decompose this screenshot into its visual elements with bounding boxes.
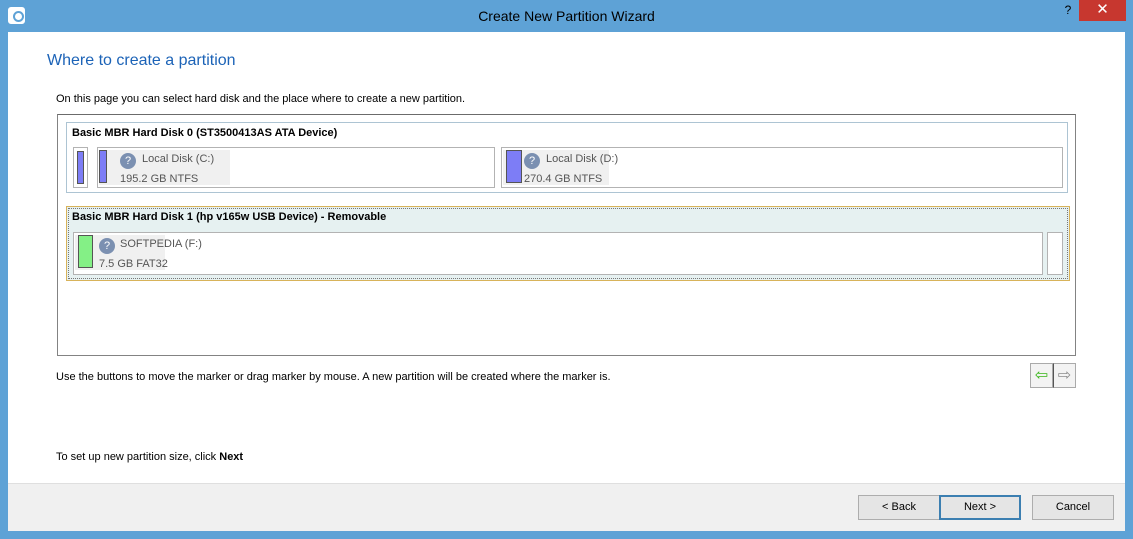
marker-arrow-buttons: ⇦ ⇨	[1030, 363, 1077, 388]
next-hint-prefix: To set up new partition size, click	[56, 451, 220, 463]
partition-bar	[506, 150, 522, 183]
partition-local-disk-c[interactable]: ? Local Disk (C:) 195.2 GB NTFS	[97, 147, 495, 188]
partition-softpedia-f[interactable]: ? SOFTPEDIA (F:) 7.5 GB FAT32	[73, 232, 1043, 275]
disk-0-reserved-partition[interactable]	[73, 147, 88, 188]
disk-0-group[interactable]: Basic MBR Hard Disk 0 (ST3500413AS ATA D…	[66, 122, 1068, 193]
next-hint-bold: Next	[219, 451, 244, 463]
cancel-button[interactable]: Cancel	[1032, 495, 1114, 520]
page-heading: Where to create a partition	[47, 52, 236, 69]
back-button[interactable]: < Back	[858, 495, 940, 520]
partition-bar	[99, 150, 107, 183]
partition-size: 7.5 GB FAT32	[99, 258, 168, 270]
disk-0-title: Basic MBR Hard Disk 0 (ST3500413AS ATA D…	[72, 127, 338, 139]
disk-1-group[interactable]: Basic MBR Hard Disk 1 (hp v165w USB Devi…	[66, 206, 1070, 281]
wizard-client-area: Where to create a partition On this page…	[8, 32, 1125, 531]
partition-local-disk-d[interactable]: ? Local Disk (D:) 270.4 GB NTFS	[501, 147, 1063, 188]
wizard-window: Create New Partition Wizard ? ✕ Where to…	[0, 0, 1133, 539]
next-hint: To set up new partition size, click Next	[56, 451, 243, 463]
next-button[interactable]: Next >	[939, 495, 1021, 520]
move-marker-left-button[interactable]: ⇦	[1030, 363, 1053, 388]
partition-bar	[78, 235, 93, 268]
partition-name: Local Disk (D:)	[546, 153, 619, 165]
button-footer: < Back Next > Cancel	[8, 483, 1125, 531]
move-marker-right-button[interactable]: ⇨	[1053, 363, 1076, 388]
partition-size: 270.4 GB NTFS	[524, 173, 603, 185]
marker-help-text: Use the buttons to move the marker or dr…	[56, 371, 611, 383]
question-icon: ?	[524, 153, 540, 169]
partition-size: 195.2 GB NTFS	[120, 173, 199, 185]
page-intro: On this page you can select hard disk an…	[56, 93, 466, 105]
partition-name: Local Disk (C:)	[142, 153, 215, 165]
title-bar[interactable]: Create New Partition Wizard ? ✕	[0, 0, 1133, 32]
disk-map-panel[interactable]: Basic MBR Hard Disk 0 (ST3500413AS ATA D…	[57, 114, 1076, 356]
partition-name: SOFTPEDIA (F:)	[120, 238, 202, 250]
disk-1-title: Basic MBR Hard Disk 1 (hp v165w USB Devi…	[72, 211, 387, 223]
question-icon: ?	[120, 153, 136, 169]
close-button[interactable]: ✕	[1079, 0, 1126, 21]
window-title: Create New Partition Wizard	[478, 8, 655, 24]
question-icon: ?	[99, 238, 115, 254]
help-button[interactable]: ?	[1062, 3, 1074, 17]
partition-bar	[77, 151, 84, 184]
partition-marker[interactable]	[1047, 232, 1063, 275]
